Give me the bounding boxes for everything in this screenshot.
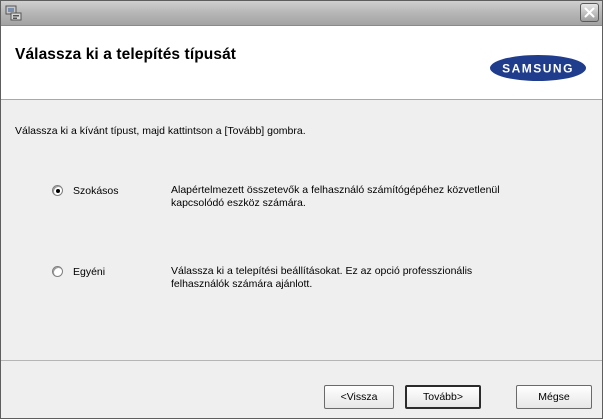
wizard-body: Válassza ki a kívánt típust, majd kattin… xyxy=(1,100,602,361)
typical-description-line: kapcsolódó eszköz számára. xyxy=(171,197,306,209)
svg-text:SAMSUNG: SAMSUNG xyxy=(502,62,574,76)
custom-description-line: felhasználók számára ajánlott. xyxy=(171,278,313,290)
typical-description-line: Alapértelmezett összetevők a felhasználó… xyxy=(171,184,500,196)
option-typical[interactable]: Szokásos Alapértelmezett összetevők a fe… xyxy=(35,184,595,224)
next-button[interactable]: Tovább> xyxy=(405,385,481,409)
back-button[interactable]: <Vissza xyxy=(324,385,394,409)
cancel-button[interactable]: Mégse xyxy=(516,385,592,409)
custom-description: Válassza ki a telepítési beállításokat. … xyxy=(171,265,571,291)
page-title: Válassza ki a telepítés típusát xyxy=(15,46,237,63)
radio-selected-dot xyxy=(55,188,60,193)
installer-window: Válassza ki a telepítés típusát SAMSUNG … xyxy=(0,0,603,419)
samsung-logo: SAMSUNG xyxy=(488,53,588,88)
custom-description-line: Válassza ki a telepítési beállításokat. … xyxy=(171,265,473,277)
close-icon xyxy=(584,7,595,18)
custom-radio[interactable] xyxy=(52,266,63,277)
typical-radio[interactable] xyxy=(52,185,63,196)
typical-description: Alapértelmezett összetevők a felhasználó… xyxy=(171,184,571,210)
title-bar[interactable] xyxy=(1,1,602,26)
instruction-text: Válassza ki a kívánt típust, majd kattin… xyxy=(15,125,306,137)
installer-icon xyxy=(5,4,23,22)
close-button[interactable] xyxy=(580,3,599,22)
option-custom[interactable]: Egyéni Válassza ki a telepítési beállítá… xyxy=(35,265,595,305)
wizard-header: Válassza ki a telepítés típusát SAMSUNG xyxy=(1,26,602,100)
typical-label[interactable]: Szokásos xyxy=(73,185,119,197)
custom-label[interactable]: Egyéni xyxy=(73,266,105,278)
